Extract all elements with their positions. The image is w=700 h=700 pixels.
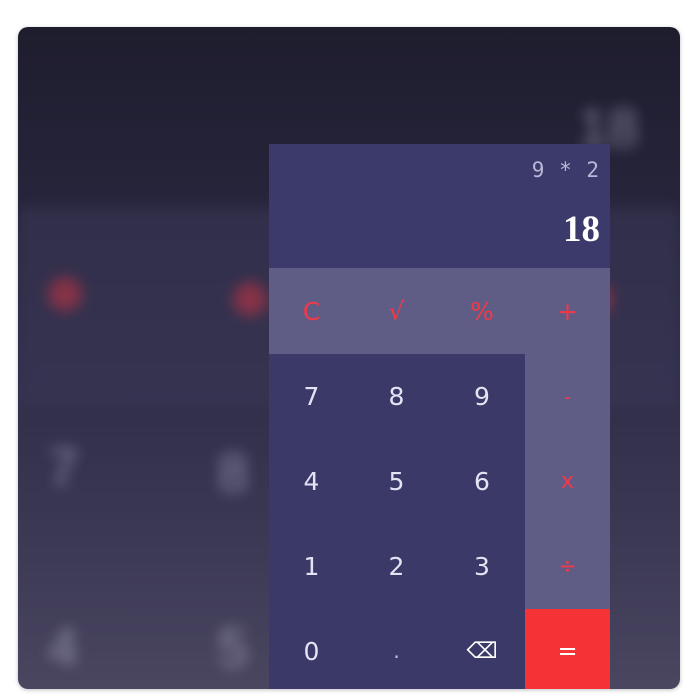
digit-8-button[interactable]: 8 xyxy=(354,354,439,439)
backspace-icon[interactable]: ⌫ xyxy=(439,609,525,689)
digit-4-button[interactable]: 4 xyxy=(269,439,354,524)
multiply-button[interactable]: x xyxy=(525,439,610,524)
digit-3-button[interactable]: 3 xyxy=(439,524,525,609)
clear-button[interactable]: C xyxy=(269,268,354,354)
digit-5-button[interactable]: 5 xyxy=(354,439,439,524)
digit-2-button[interactable]: 2 xyxy=(354,524,439,609)
result-display: 18 xyxy=(563,209,600,250)
digit-6-button[interactable]: 6 xyxy=(439,439,525,524)
decimal-point-button[interactable]: . xyxy=(354,609,439,689)
calculator: 9 * 2 18 C √ % + 7 8 9 - 4 5 6 x 1 2 3 ÷… xyxy=(269,144,610,689)
expression-display: 9 * 2 xyxy=(531,158,600,182)
display-panel: 9 * 2 18 xyxy=(269,144,610,268)
digit-0-button[interactable]: 0 xyxy=(269,609,354,689)
plus-button[interactable]: + xyxy=(525,268,610,354)
digit-9-button[interactable]: 9 xyxy=(439,354,525,439)
minus-button[interactable]: - xyxy=(525,354,610,439)
digit-7-button[interactable]: 7 xyxy=(269,354,354,439)
digit-1-button[interactable]: 1 xyxy=(269,524,354,609)
percent-button[interactable]: % xyxy=(439,268,525,354)
equals-button[interactable]: = xyxy=(525,609,610,689)
calculator-window: 7 8 4 5 18 9 * 2 18 C √ % + 7 8 9 - 4 5 … xyxy=(18,27,680,689)
sqrt-button[interactable]: √ xyxy=(354,268,439,354)
divide-button[interactable]: ÷ xyxy=(525,524,610,609)
